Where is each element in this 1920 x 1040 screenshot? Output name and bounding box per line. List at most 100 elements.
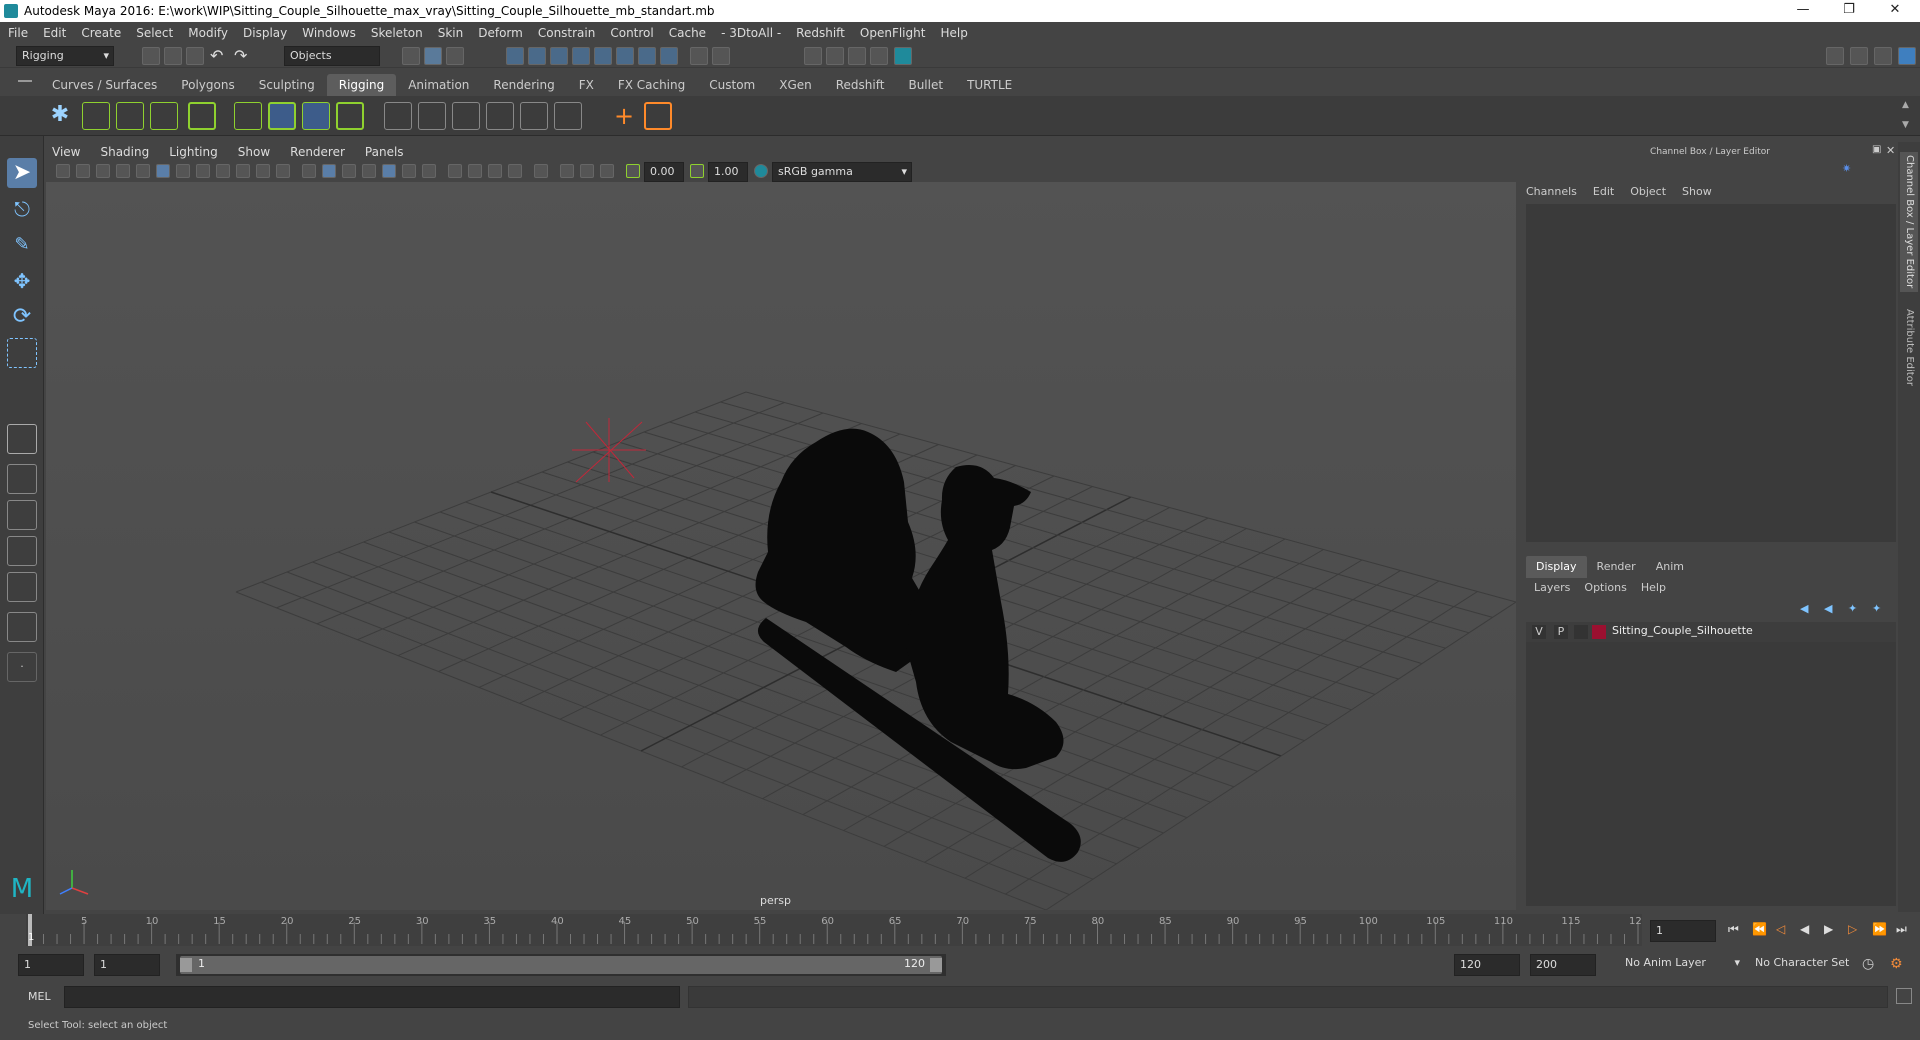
xray-joints-icon[interactable] xyxy=(580,164,594,178)
rotate-tool-icon[interactable]: ⟳ xyxy=(7,302,37,332)
range-end-grip[interactable] xyxy=(930,958,942,972)
layer-name[interactable]: Sitting_Couple_Silhouette xyxy=(1612,624,1753,637)
shelf-tab-turtle[interactable]: TURTLE xyxy=(955,74,1024,96)
move-layer-up-icon[interactable]: ◀ xyxy=(1800,602,1808,615)
film-gate-icon[interactable] xyxy=(176,164,190,178)
layer-tab-anim[interactable]: Anim xyxy=(1646,556,1694,578)
cb-menu-object[interactable]: Object xyxy=(1630,182,1666,202)
joint-tool-icon[interactable]: ✱ xyxy=(46,102,74,130)
undo-icon[interactable]: ↶ xyxy=(210,46,223,65)
orient-joint-icon[interactable] xyxy=(188,102,216,130)
range-slider-handle[interactable]: 1 120 xyxy=(180,956,942,974)
play-backward-icon[interactable]: ◀ xyxy=(1800,922,1809,936)
shelf-scroll-down-icon[interactable]: ▼ xyxy=(1902,120,1909,130)
snap-point-icon[interactable] xyxy=(550,47,568,65)
select-hierarchy-icon[interactable] xyxy=(402,47,420,65)
layout-two-icon[interactable] xyxy=(7,500,37,530)
default-material-icon[interactable] xyxy=(342,164,356,178)
side-tab-channel-box[interactable]: Channel Box / Layer Editor xyxy=(1900,152,1918,292)
step-forward-frame-icon[interactable]: ▷ xyxy=(1848,922,1857,936)
menuset-dropdown[interactable]: Rigging ▾ xyxy=(16,46,114,66)
cb-menu-channels[interactable]: Channels xyxy=(1526,182,1577,202)
select-tool-icon[interactable] xyxy=(712,47,730,65)
shelf-tab-custom[interactable]: Custom xyxy=(697,74,767,96)
snap-project-icon[interactable] xyxy=(638,47,656,65)
point-constraint-icon[interactable]: + xyxy=(610,102,638,130)
panel-menu-show[interactable]: Show xyxy=(238,142,270,162)
colorspace-dropdown[interactable]: sRGB gamma ▾ xyxy=(772,162,912,182)
layer-type-toggle[interactable] xyxy=(1574,625,1588,639)
channel-box-icon[interactable] xyxy=(1898,47,1916,65)
ik-handle-icon[interactable] xyxy=(116,102,144,130)
field-chart-icon[interactable] xyxy=(236,164,250,178)
float-panel-icon[interactable]: ▣ xyxy=(1872,144,1881,155)
depth-of-field-icon[interactable] xyxy=(508,164,522,178)
layer-menu-layers[interactable]: Layers xyxy=(1534,578,1570,598)
manipulator-icon[interactable]: ✷ xyxy=(1842,162,1856,176)
wireframe-icon[interactable] xyxy=(302,164,316,178)
viewport-persp[interactable]: persp xyxy=(46,182,1516,910)
shelf-tab-fx-caching[interactable]: FX Caching xyxy=(606,74,697,96)
render-settings-icon[interactable] xyxy=(848,47,866,65)
new-scene-icon[interactable] xyxy=(142,47,160,65)
select-object-icon[interactable] xyxy=(424,47,442,65)
close-icon[interactable]: ✕ xyxy=(1872,0,1918,22)
layer-playback-toggle[interactable]: P xyxy=(1554,625,1568,639)
select-tool-icon[interactable]: ➤ xyxy=(7,158,37,188)
new-layer-selected-icon[interactable]: ✦ xyxy=(1872,602,1881,615)
panel-menu-lighting[interactable]: Lighting xyxy=(169,142,218,162)
shelf-tab-animation[interactable]: Animation xyxy=(396,74,481,96)
exposure-field[interactable]: 0.00 xyxy=(644,162,684,182)
step-back-frame-icon[interactable]: ◁ xyxy=(1776,922,1785,936)
layout-four-icon[interactable] xyxy=(7,464,37,494)
outliner-icon[interactable] xyxy=(1874,47,1892,65)
paint-select-icon[interactable]: ✎ xyxy=(7,230,37,260)
shelf-tab-curves[interactable]: Curves / Surfaces xyxy=(40,74,169,96)
save-scene-icon[interactable] xyxy=(186,47,204,65)
play-forward-icon[interactable]: ▶ xyxy=(1824,922,1833,936)
menu-control[interactable]: Control xyxy=(610,26,653,40)
layout-more-icon[interactable]: · xyxy=(7,652,37,682)
shelf-tab-xgen[interactable]: XGen xyxy=(767,74,824,96)
step-back-key-icon[interactable]: ⏪ xyxy=(1752,922,1767,936)
wrap-icon[interactable] xyxy=(520,102,548,130)
menu-cache[interactable]: Cache xyxy=(669,26,706,40)
layer-tab-display[interactable]: Display xyxy=(1526,556,1587,578)
cb-menu-edit[interactable]: Edit xyxy=(1593,182,1614,202)
camera-attr-icon[interactable] xyxy=(76,164,90,178)
aim-constraint-icon[interactable] xyxy=(644,102,672,130)
lights-icon[interactable] xyxy=(402,164,416,178)
side-tab-attribute-editor[interactable]: Attribute Editor xyxy=(1900,302,1918,392)
layer-row[interactable]: V P Sitting_Couple_Silhouette xyxy=(1526,622,1896,642)
panel-menu-view[interactable]: View xyxy=(52,142,80,162)
grease-pencil-icon[interactable] xyxy=(136,164,150,178)
select-component-icon[interactable] xyxy=(446,47,464,65)
xray-icon[interactable] xyxy=(560,164,574,178)
grid-icon[interactable] xyxy=(156,164,170,178)
color-management-icon[interactable] xyxy=(754,164,768,178)
shelf-tab-rendering[interactable]: Rendering xyxy=(481,74,566,96)
close-panel-icon[interactable]: ✕ xyxy=(1886,144,1895,157)
safe-action-icon[interactable] xyxy=(256,164,270,178)
shelf-tab-fx[interactable]: FX xyxy=(567,74,606,96)
menu-redshift[interactable]: Redshift xyxy=(796,26,845,40)
bookmark-icon[interactable] xyxy=(96,164,110,178)
mel-command-input[interactable] xyxy=(64,986,680,1008)
start-time-field[interactable]: 1 xyxy=(18,954,84,976)
shelf-tab-redshift[interactable]: Redshift xyxy=(824,74,897,96)
selection-mode-dropdown[interactable]: Objects xyxy=(284,46,380,66)
cluster-icon[interactable] xyxy=(384,102,412,130)
panel-menu-shading[interactable]: Shading xyxy=(100,142,149,162)
sculpt-deformer-icon[interactable] xyxy=(486,102,514,130)
exposure-icon[interactable] xyxy=(626,164,640,178)
snap-grid-icon[interactable] xyxy=(506,47,524,65)
blend-shape-icon[interactable] xyxy=(554,102,582,130)
paint-weights-icon[interactable] xyxy=(336,102,364,130)
toggle-ui-icon[interactable] xyxy=(1850,47,1868,65)
snap-surface-icon[interactable] xyxy=(572,47,590,65)
backface-icon[interactable] xyxy=(600,164,614,178)
current-frame-field[interactable]: 1 xyxy=(1650,920,1716,942)
snap-live-icon[interactable] xyxy=(594,47,612,65)
time-slider-ruler[interactable]: 5 10 15 20 25 30 35 40 45 50 55 60 65 70 75 80 85 90 95 100… xyxy=(26,914,1642,946)
menu-skeleton[interactable]: Skeleton xyxy=(371,26,423,40)
